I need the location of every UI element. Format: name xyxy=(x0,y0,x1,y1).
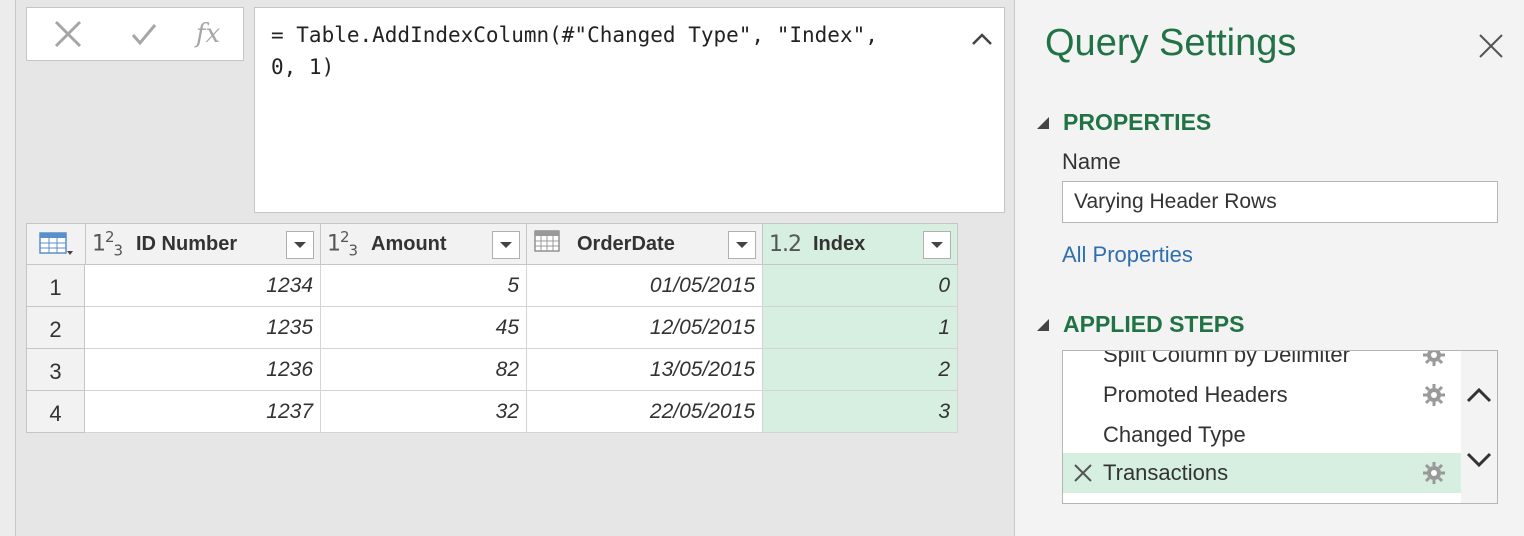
applied-step-selected[interactable]: Transactions xyxy=(1063,453,1461,493)
applied-steps-list: Split Column by Delimiter Promoted Heade… xyxy=(1062,350,1498,504)
collapse-formula-button[interactable] xyxy=(969,26,995,52)
row-number[interactable]: 2 xyxy=(26,307,85,349)
formula-text[interactable]: = Table.AddIndexColumn(#"Changed Type", … xyxy=(271,19,951,83)
column-filter-button[interactable] xyxy=(728,231,756,259)
formula-buttons: fx xyxy=(26,7,244,61)
applied-step[interactable]: Split Column by Delimiter xyxy=(1063,350,1461,375)
table-icon xyxy=(39,232,73,255)
chevron-down-icon xyxy=(931,242,943,248)
applied-step[interactable]: Changed Type xyxy=(1063,415,1461,455)
chevron-down-icon xyxy=(500,242,512,248)
collapse-triangle-icon xyxy=(1037,318,1049,331)
close-pane-button[interactable] xyxy=(1477,32,1505,60)
column-header-orderdate[interactable]: OrderDate xyxy=(526,223,763,265)
date-type-icon[interactable] xyxy=(533,229,571,259)
chevron-down-icon xyxy=(1466,452,1492,468)
properties-section-toggle[interactable]: PROPERTIES xyxy=(1037,109,1211,136)
table-cell[interactable]: 0 xyxy=(763,265,958,307)
column-filter-button[interactable] xyxy=(923,231,951,259)
x-icon xyxy=(1074,464,1092,482)
close-icon xyxy=(1479,34,1503,58)
x-icon xyxy=(54,20,82,48)
scroll-up-button[interactable] xyxy=(1465,381,1493,409)
table-cell[interactable]: 2 xyxy=(763,349,958,391)
gear-icon[interactable] xyxy=(1423,350,1445,366)
column-filter-button[interactable] xyxy=(286,231,314,259)
delete-step-button[interactable] xyxy=(1073,453,1095,493)
table-cell[interactable]: 1234 xyxy=(85,265,321,307)
table-cell[interactable]: 82 xyxy=(321,349,527,391)
step-label: Changed Type xyxy=(1103,422,1246,447)
fx-label: fx xyxy=(195,19,221,49)
column-name: Amount xyxy=(371,232,447,255)
name-label: Name xyxy=(1062,149,1121,174)
table-cell[interactable]: 1235 xyxy=(85,307,321,349)
column-header-amount[interactable]: 123 Amount xyxy=(320,223,527,265)
table-cell[interactable]: 01/05/2015 xyxy=(527,265,763,307)
column-name: OrderDate xyxy=(577,232,675,255)
table-cell[interactable]: 3 xyxy=(763,391,958,433)
insert-function-button[interactable]: fx xyxy=(183,16,233,52)
table-cell[interactable]: 32 xyxy=(321,391,527,433)
whole-number-type-icon[interactable]: 123 xyxy=(92,228,130,260)
whole-number-type-icon[interactable]: 123 xyxy=(327,228,365,260)
gear-icon[interactable] xyxy=(1423,462,1445,484)
formula-editor[interactable]: = Table.AddIndexColumn(#"Changed Type", … xyxy=(254,7,1005,213)
chevron-down-icon xyxy=(294,242,306,248)
query-name-input[interactable]: Varying Header Rows xyxy=(1062,181,1498,223)
table-cell[interactable]: 22/05/2015 xyxy=(527,391,763,433)
table-cell[interactable]: 12/05/2015 xyxy=(527,307,763,349)
chevron-up-icon xyxy=(972,33,992,45)
check-icon xyxy=(131,24,157,46)
scroll-down-button[interactable] xyxy=(1465,445,1493,473)
table-cell[interactable]: 45 xyxy=(321,307,527,349)
column-header-id-number[interactable]: 123 ID Number xyxy=(85,223,321,265)
pane-title: Query Settings xyxy=(1045,22,1297,64)
row-number[interactable]: 4 xyxy=(26,391,85,433)
step-label: Promoted Headers xyxy=(1103,382,1288,407)
query-settings-pane: Query Settings PROPERTIES Name Varying H… xyxy=(1014,0,1524,536)
all-properties-link[interactable]: All Properties xyxy=(1062,242,1193,268)
column-filter-button[interactable] xyxy=(492,231,520,259)
step-label: Split Column by Delimiter xyxy=(1103,350,1350,367)
chevron-down-icon xyxy=(736,242,748,248)
applied-steps-section-toggle[interactable]: APPLIED STEPS xyxy=(1037,311,1244,338)
collapse-triangle-icon xyxy=(1037,116,1049,129)
steps-scrollbar[interactable] xyxy=(1461,351,1497,503)
gear-icon[interactable] xyxy=(1423,384,1445,406)
decimal-number-type-icon[interactable]: 1.2 xyxy=(769,232,807,257)
cancel-formula-button[interactable] xyxy=(43,16,93,52)
data-grid: 123 ID Number 123 Amount OrderDate 1.2 I… xyxy=(26,223,958,434)
step-label: Transactions xyxy=(1103,460,1229,485)
table-cell[interactable]: 1 xyxy=(763,307,958,349)
table-cell[interactable]: 1236 xyxy=(85,349,321,391)
column-header-index[interactable]: 1.2 Index xyxy=(762,223,958,265)
commit-formula-button[interactable] xyxy=(119,16,169,52)
table-cell[interactable]: 13/05/2015 xyxy=(527,349,763,391)
table-cell[interactable]: 5 xyxy=(321,265,527,307)
row-number[interactable]: 3 xyxy=(26,349,85,391)
column-name: Index xyxy=(813,232,866,255)
applied-step[interactable]: Promoted Headers xyxy=(1063,375,1461,415)
table-cell[interactable]: 1237 xyxy=(85,391,321,433)
applied-steps-heading: APPLIED STEPS xyxy=(1063,311,1245,337)
properties-heading: PROPERTIES xyxy=(1063,109,1212,135)
column-name: ID Number xyxy=(136,232,238,255)
row-number[interactable]: 1 xyxy=(26,265,85,307)
chevron-up-icon xyxy=(1466,387,1492,403)
table-menu-button[interactable] xyxy=(26,223,86,265)
left-edge-strip xyxy=(0,0,16,536)
